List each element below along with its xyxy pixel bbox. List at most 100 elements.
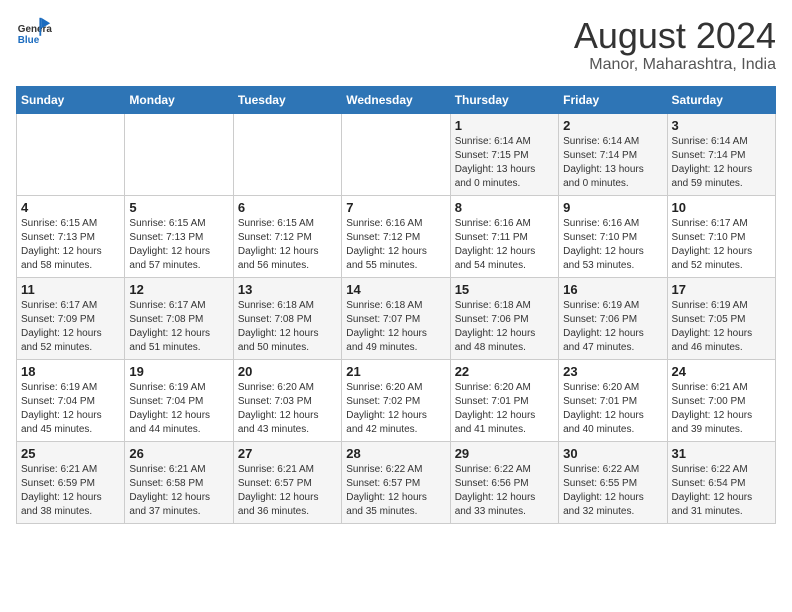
day-header-monday: Monday: [125, 86, 233, 113]
day-content: Sunrise: 6:18 AM Sunset: 7:06 PM Dayligh…: [455, 299, 554, 355]
day-content: Sunrise: 6:22 AM Sunset: 6:55 PM Dayligh…: [563, 463, 662, 519]
day-number: 26: [129, 446, 228, 461]
location-subtitle: Manor, Maharashtra, India: [574, 56, 776, 74]
calendar-week-row: 11 Sunrise: 6:17 AM Sunset: 7:09 PM Dayli…: [17, 277, 776, 359]
day-number: 16: [563, 282, 662, 297]
calendar-cell: 31 Sunrise: 6:22 AM Sunset: 6:54 PM Dayli…: [667, 441, 775, 523]
calendar-week-row: 25 Sunrise: 6:21 AM Sunset: 6:59 PM Dayli…: [17, 441, 776, 523]
day-content: Sunrise: 6:21 AM Sunset: 6:58 PM Dayligh…: [129, 463, 228, 519]
calendar-cell: 16Sunrise: 6:19 AM Sunset: 7:06 PM Dayli…: [559, 277, 667, 359]
logo: General Blue: [16, 16, 52, 52]
calendar-cell: 12 Sunrise: 6:17 AM Sunset: 7:08 PM Dayli…: [125, 277, 233, 359]
day-number: 7: [346, 200, 445, 215]
day-number: 21: [346, 364, 445, 379]
day-number: 23: [563, 364, 662, 379]
calendar-cell: 4 Sunrise: 6:15 AM Sunset: 7:13 PM Daylig…: [17, 195, 125, 277]
day-content: Sunrise: 6:16 AM Sunset: 7:12 PM Dayligh…: [346, 217, 445, 273]
calendar-cell: [125, 113, 233, 195]
day-content: Sunrise: 6:19 AM Sunset: 7:05 PM Dayligh…: [672, 299, 771, 355]
calendar-cell: 28 Sunrise: 6:22 AM Sunset: 6:57 PM Dayli…: [342, 441, 450, 523]
calendar-cell: 20 Sunrise: 6:20 AM Sunset: 7:03 PM Dayli…: [233, 359, 341, 441]
day-number: 10: [672, 200, 771, 215]
day-number: 1: [455, 118, 554, 133]
calendar-week-row: 18Sunrise: 6:19 AM Sunset: 7:04 PM Dayli…: [17, 359, 776, 441]
day-content: Sunrise: 6:14 AM Sunset: 7:15 PM Dayligh…: [455, 135, 554, 191]
calendar-cell: 5Sunrise: 6:15 AM Sunset: 7:13 PM Daylig…: [125, 195, 233, 277]
calendar-cell: 1 Sunrise: 6:14 AM Sunset: 7:15 PM Daylig…: [450, 113, 558, 195]
day-content: Sunrise: 6:17 AM Sunset: 7:10 PM Dayligh…: [672, 217, 771, 273]
calendar-cell: 15 Sunrise: 6:18 AM Sunset: 7:06 PM Dayli…: [450, 277, 558, 359]
day-number: 27: [238, 446, 337, 461]
page-header: General Blue August 2024 Manor, Maharash…: [16, 16, 776, 74]
day-content: Sunrise: 6:17 AM Sunset: 7:08 PM Dayligh…: [129, 299, 228, 355]
day-number: 4: [21, 200, 120, 215]
day-header-thursday: Thursday: [450, 86, 558, 113]
calendar-cell: 8Sunrise: 6:16 AM Sunset: 7:11 PM Daylig…: [450, 195, 558, 277]
day-content: Sunrise: 6:15 AM Sunset: 7:13 PM Dayligh…: [21, 217, 120, 273]
day-number: 19: [129, 364, 228, 379]
calendar-cell: 17 Sunrise: 6:19 AM Sunset: 7:05 PM Dayli…: [667, 277, 775, 359]
day-content: Sunrise: 6:17 AM Sunset: 7:09 PM Dayligh…: [21, 299, 120, 355]
day-content: Sunrise: 6:18 AM Sunset: 7:07 PM Dayligh…: [346, 299, 445, 355]
day-header-friday: Friday: [559, 86, 667, 113]
day-header-tuesday: Tuesday: [233, 86, 341, 113]
day-content: Sunrise: 6:22 AM Sunset: 6:54 PM Dayligh…: [672, 463, 771, 519]
calendar-cell: 14 Sunrise: 6:18 AM Sunset: 7:07 PM Dayli…: [342, 277, 450, 359]
day-number: 17: [672, 282, 771, 297]
day-header-wednesday: Wednesday: [342, 86, 450, 113]
calendar-cell: 9Sunrise: 6:16 AM Sunset: 7:10 PM Daylig…: [559, 195, 667, 277]
calendar-cell: 3 Sunrise: 6:14 AM Sunset: 7:14 PM Daylig…: [667, 113, 775, 195]
day-number: 13: [238, 282, 337, 297]
day-header-saturday: Saturday: [667, 86, 775, 113]
day-content: Sunrise: 6:14 AM Sunset: 7:14 PM Dayligh…: [563, 135, 662, 191]
calendar-cell: 25 Sunrise: 6:21 AM Sunset: 6:59 PM Dayli…: [17, 441, 125, 523]
calendar-cell: 10 Sunrise: 6:17 AM Sunset: 7:10 PM Dayli…: [667, 195, 775, 277]
day-number: 22: [455, 364, 554, 379]
day-content: Sunrise: 6:22 AM Sunset: 6:57 PM Dayligh…: [346, 463, 445, 519]
day-content: Sunrise: 6:21 AM Sunset: 6:59 PM Dayligh…: [21, 463, 120, 519]
day-number: 14: [346, 282, 445, 297]
calendar-cell: 21Sunrise: 6:20 AM Sunset: 7:02 PM Dayli…: [342, 359, 450, 441]
day-content: Sunrise: 6:20 AM Sunset: 7:01 PM Dayligh…: [563, 381, 662, 437]
day-content: Sunrise: 6:18 AM Sunset: 7:08 PM Dayligh…: [238, 299, 337, 355]
calendar-cell: 6 Sunrise: 6:15 AM Sunset: 7:12 PM Daylig…: [233, 195, 341, 277]
month-year-title: August 2024: [574, 16, 776, 56]
day-content: Sunrise: 6:14 AM Sunset: 7:14 PM Dayligh…: [672, 135, 771, 191]
day-number: 6: [238, 200, 337, 215]
calendar-cell: 23 Sunrise: 6:20 AM Sunset: 7:01 PM Dayli…: [559, 359, 667, 441]
calendar-cell: 29 Sunrise: 6:22 AM Sunset: 6:56 PM Dayli…: [450, 441, 558, 523]
calendar-cell: 2 Sunrise: 6:14 AM Sunset: 7:14 PM Daylig…: [559, 113, 667, 195]
title-block: August 2024 Manor, Maharashtra, India: [574, 16, 776, 74]
day-content: Sunrise: 6:16 AM Sunset: 7:11 PM Dayligh…: [455, 217, 554, 273]
day-number: 25: [21, 446, 120, 461]
calendar-cell: 22 Sunrise: 6:20 AM Sunset: 7:01 PM Dayli…: [450, 359, 558, 441]
day-number: 29: [455, 446, 554, 461]
day-content: Sunrise: 6:16 AM Sunset: 7:10 PM Dayligh…: [563, 217, 662, 273]
day-number: 20: [238, 364, 337, 379]
day-content: Sunrise: 6:20 AM Sunset: 7:03 PM Dayligh…: [238, 381, 337, 437]
day-content: Sunrise: 6:21 AM Sunset: 7:00 PM Dayligh…: [672, 381, 771, 437]
calendar-cell: 18Sunrise: 6:19 AM Sunset: 7:04 PM Dayli…: [17, 359, 125, 441]
day-content: Sunrise: 6:22 AM Sunset: 6:56 PM Dayligh…: [455, 463, 554, 519]
day-number: 15: [455, 282, 554, 297]
day-number: 3: [672, 118, 771, 133]
day-content: Sunrise: 6:20 AM Sunset: 7:01 PM Dayligh…: [455, 381, 554, 437]
calendar-cell: 30Sunrise: 6:22 AM Sunset: 6:55 PM Dayli…: [559, 441, 667, 523]
calendar-cell: 24 Sunrise: 6:21 AM Sunset: 7:00 PM Dayli…: [667, 359, 775, 441]
svg-text:General: General: [18, 24, 52, 35]
calendar-week-row: 4 Sunrise: 6:15 AM Sunset: 7:13 PM Daylig…: [17, 195, 776, 277]
calendar-cell: 26 Sunrise: 6:21 AM Sunset: 6:58 PM Dayli…: [125, 441, 233, 523]
day-number: 12: [129, 282, 228, 297]
day-number: 31: [672, 446, 771, 461]
day-content: Sunrise: 6:15 AM Sunset: 7:13 PM Dayligh…: [129, 217, 228, 273]
day-number: 24: [672, 364, 771, 379]
logo-icon: General Blue: [16, 16, 52, 52]
calendar-cell: 13 Sunrise: 6:18 AM Sunset: 7:08 PM Dayli…: [233, 277, 341, 359]
calendar-cell: [233, 113, 341, 195]
day-number: 28: [346, 446, 445, 461]
day-content: Sunrise: 6:19 AM Sunset: 7:04 PM Dayligh…: [21, 381, 120, 437]
day-number: 11: [21, 282, 120, 297]
day-content: Sunrise: 6:15 AM Sunset: 7:12 PM Dayligh…: [238, 217, 337, 273]
calendar-week-row: 1 Sunrise: 6:14 AM Sunset: 7:15 PM Daylig…: [17, 113, 776, 195]
day-number: 2: [563, 118, 662, 133]
